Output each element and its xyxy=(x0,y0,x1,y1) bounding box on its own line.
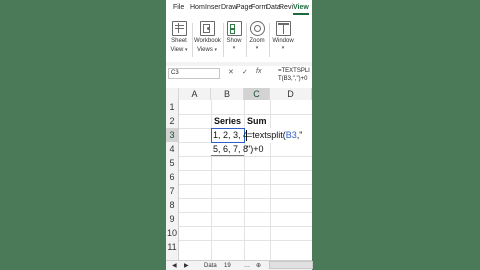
workbook-views-label-2: Views ▾ xyxy=(196,47,218,53)
chevron-down-icon: ▾ xyxy=(185,47,188,53)
cell-b3[interactable]: 1, 2, 3, 4 xyxy=(213,128,248,142)
ribbon-divider xyxy=(269,23,270,57)
show-label: Show xyxy=(226,38,242,44)
row-header[interactable]: 8 xyxy=(166,198,178,212)
formula-reference: B3 xyxy=(285,130,297,140)
name-box[interactable]: C3 xyxy=(168,68,220,79)
next-sheet-icon[interactable]: ▶ xyxy=(184,262,189,270)
chevron-down-icon: ▾ xyxy=(255,45,259,51)
row-header[interactable]: 6 xyxy=(166,170,178,184)
ribbon-divider xyxy=(246,23,247,57)
column-header-a[interactable]: A xyxy=(179,88,211,100)
show-button[interactable]: Show ▾ xyxy=(225,21,243,51)
row-header[interactable]: 3 xyxy=(166,128,178,142)
grid-line xyxy=(179,226,312,227)
row-header[interactable]: 11 xyxy=(166,240,178,254)
window-button[interactable]: Window ▾ xyxy=(271,21,295,51)
column-header-c[interactable]: C xyxy=(244,88,270,100)
row-header[interactable]: 1 xyxy=(166,100,178,114)
row-header[interactable]: 2 xyxy=(166,114,178,128)
column-header-d[interactable]: D xyxy=(270,88,312,100)
tab-review[interactable]: Revi xyxy=(279,4,293,11)
row-header[interactable]: 10 xyxy=(166,226,178,240)
row-header[interactable]: 9 xyxy=(166,212,178,226)
text-cursor xyxy=(246,130,247,141)
sheet-view-icon xyxy=(171,21,187,36)
ribbon-divider xyxy=(192,23,193,57)
sheet-view-button[interactable]: Sheet View ▾ xyxy=(169,21,189,54)
sheet-view-label: Sheet xyxy=(171,38,187,44)
chevron-down-icon: ▾ xyxy=(232,45,236,51)
add-sheet-icon[interactable]: ⊕ xyxy=(256,262,261,270)
cancel-icon[interactable]: ✕ xyxy=(228,68,234,76)
row-header[interactable]: 4 xyxy=(166,142,178,156)
prev-sheet-icon[interactable]: ◀ xyxy=(172,262,177,270)
tab-file[interactable]: File xyxy=(173,4,184,11)
chevron-down-icon: ▾ xyxy=(281,45,285,51)
tab-formulas[interactable]: Form xyxy=(251,4,267,11)
sheet-tab-19[interactable]: 19 xyxy=(224,262,231,270)
sheet-tab-data[interactable]: Data xyxy=(204,262,217,270)
row-header[interactable]: 5 xyxy=(166,156,178,170)
zoom-icon xyxy=(249,21,265,36)
cell-grid[interactable]: Series Sum 1, 2, 3, 4 =textsplit(B3," 5,… xyxy=(179,100,312,260)
ribbon-tab-bar: File Hom Inser Draw Page Form Data Revi … xyxy=(166,0,312,20)
cell-b4[interactable]: 5, 6, 7, 8 xyxy=(213,142,248,156)
zoom-label: Zoom xyxy=(249,38,265,44)
ribbon-divider xyxy=(223,23,224,57)
tab-insert[interactable]: Inser xyxy=(205,4,221,11)
grid-line xyxy=(179,156,312,157)
cell-c4-formula[interactable]: ")+0 xyxy=(247,142,263,156)
cell-c2[interactable]: Sum xyxy=(247,114,267,128)
excel-window: File Hom Inser Draw Page Form Data Revi … xyxy=(166,0,312,270)
tab-view[interactable]: View xyxy=(293,4,309,15)
grid-line xyxy=(179,198,312,199)
show-icon xyxy=(226,21,242,36)
tab-draw[interactable]: Draw xyxy=(221,4,237,11)
grid-line xyxy=(244,100,245,260)
insert-function-icon[interactable]: fx xyxy=(256,68,261,75)
workbook-views-button[interactable]: Workbook Views ▾ xyxy=(194,21,221,54)
grid-line xyxy=(179,114,312,115)
grid-line xyxy=(179,212,312,213)
cell-c3-formula[interactable]: =textsplit(B3," xyxy=(247,128,302,142)
formula-text-rest: ," xyxy=(296,130,303,140)
tab-home[interactable]: Hom xyxy=(190,4,205,11)
grid-line xyxy=(270,100,271,260)
chevron-down-icon: ▾ xyxy=(214,47,218,53)
workbook-views-icon xyxy=(199,21,215,36)
column-header-b[interactable]: B xyxy=(211,88,244,100)
workbook-views-label: Workbook xyxy=(194,38,221,44)
window-label: Window xyxy=(272,38,294,44)
cell-b2[interactable]: Series xyxy=(214,114,241,128)
zoom-button[interactable]: Zoom ▾ xyxy=(248,21,266,51)
enter-icon[interactable]: ✓ xyxy=(242,68,248,76)
formula-text: =textsplit( xyxy=(247,130,286,140)
grid-line xyxy=(179,170,312,171)
formula-input[interactable]: =TEXTSPLIT(B3,",")+0 xyxy=(278,67,310,83)
more-sheets-icon[interactable]: … xyxy=(244,262,250,270)
window-icon xyxy=(275,21,291,36)
grid-line xyxy=(179,240,312,241)
select-all-corner[interactable] xyxy=(166,88,179,100)
sheet-view-label-2: View ▾ xyxy=(170,47,188,53)
row-headers: 1 2 3 4 5 6 7 8 9 10 11 xyxy=(166,100,179,260)
grid-line xyxy=(211,100,212,260)
row-header[interactable]: 7 xyxy=(166,184,178,198)
grid-line xyxy=(179,184,312,185)
horizontal-scrollbar[interactable] xyxy=(269,261,313,269)
ribbon-view-group: Sheet View ▾ Workbook Views ▾ Show ▾ Zoo… xyxy=(166,19,312,63)
formula-bar: C3 ✕ ✓ fx =TEXTSPLIT(B3,",")+0 xyxy=(166,66,312,89)
tab-page[interactable]: Page xyxy=(236,4,252,11)
